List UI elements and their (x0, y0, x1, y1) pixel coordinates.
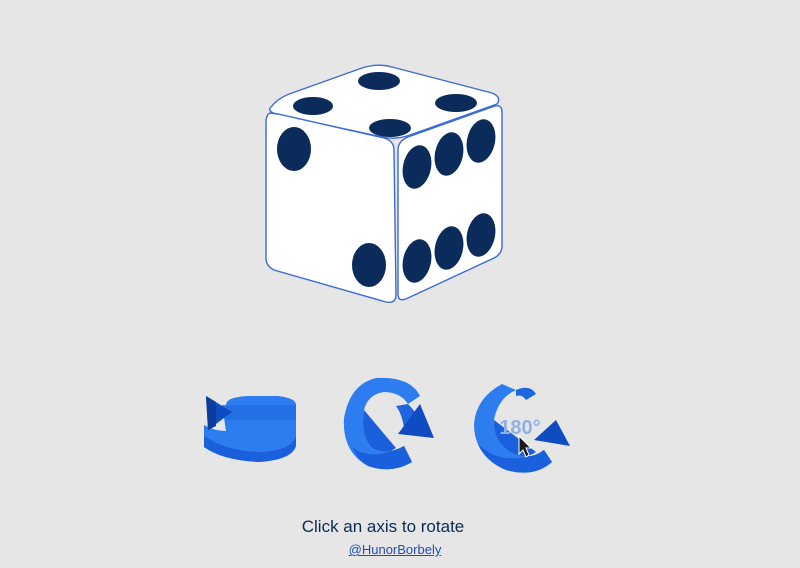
stage: 180° Click an axis to rotate @HunorBorbe… (0, 0, 800, 568)
rotate-vertical-arrow-icon (343, 377, 434, 470)
instruction-text: Click an axis to rotate (301, 517, 465, 536)
author-link[interactable]: @HunorBorbely (349, 542, 442, 557)
credit: @HunorBorbely (0, 542, 790, 557)
rotate-180-badge: 180° (499, 417, 540, 439)
rotate-z-axis-button[interactable]: 180° (474, 384, 570, 473)
rotate-y-axis-button[interactable] (204, 396, 296, 462)
axis-controls: 180° (204, 377, 570, 473)
rotate-x-axis-button[interactable] (343, 377, 434, 470)
rotate-horizontal-arrow-icon (204, 396, 296, 462)
